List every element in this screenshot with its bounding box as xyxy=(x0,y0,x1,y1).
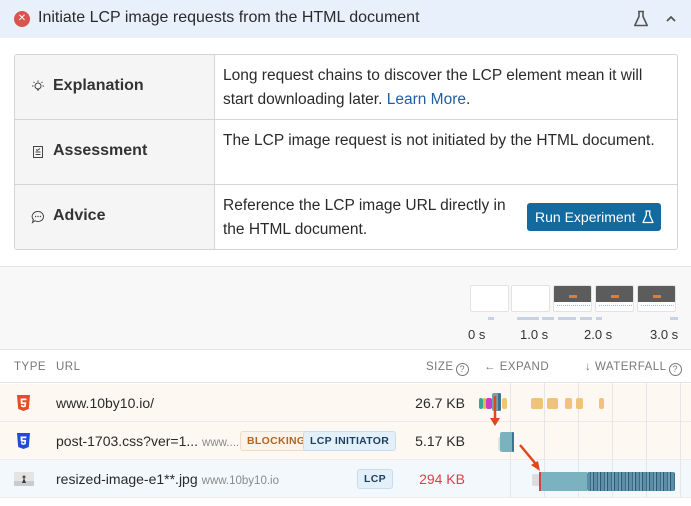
table-row[interactable]: post-1703.css?ver=1... www.... BLOCKING L… xyxy=(0,422,691,460)
filmstrip-frame[interactable] xyxy=(553,285,592,312)
table-row[interactable]: www.10by10.io/ 26.7 KB xyxy=(0,384,691,422)
recommendation-title: Initiate LCP image requests from the HTM… xyxy=(38,9,420,26)
lcp-badge: LCP xyxy=(357,469,393,489)
time-label: 1.0 s xyxy=(520,327,549,342)
arrow-head-icon xyxy=(531,461,540,471)
table-row[interactable]: resized-image-e1**.jpg www.10by10.io LCP … xyxy=(0,460,691,498)
lcp-initiator-badge: LCP INITIATOR xyxy=(303,431,397,451)
initiator-arrow xyxy=(519,444,536,464)
filmstrip-frame[interactable] xyxy=(511,285,550,312)
timeline-marker xyxy=(580,317,592,320)
filmstrip-frame[interactable] xyxy=(637,285,676,312)
timeline-marker xyxy=(558,317,576,320)
recommendation-header[interactable]: ✕ Initiate LCP image requests from the H… xyxy=(0,0,691,38)
waterfall-column-header[interactable]: ↓ WATERFALL? xyxy=(585,361,682,376)
filmstrip: 0 s 1.0 s 2.0 s 3.0 s xyxy=(0,266,691,350)
recommendation-details: Explanation Long request chains to disco… xyxy=(14,54,678,250)
timeline-marker xyxy=(488,317,494,320)
advice-label: Advice xyxy=(53,207,106,224)
time-label: 2.0 s xyxy=(584,327,613,342)
request-url[interactable]: resized-image-e1**.jpg www.10by10.io xyxy=(56,471,279,487)
timeline-marker xyxy=(670,317,678,320)
timeline-marker xyxy=(542,317,554,320)
help-icon[interactable]: ? xyxy=(455,363,469,376)
flask-icon[interactable] xyxy=(633,10,649,28)
explanation-text: Long request chains to discover the LCP … xyxy=(223,67,643,108)
blocking-badge: BLOCKING xyxy=(240,431,313,451)
request-url[interactable]: www.10by10.io/ xyxy=(56,395,154,411)
expand-button[interactable]: ← EXPAND xyxy=(484,361,549,373)
requests-table-header: TYPE URL SIZE? ← EXPAND ↓ WATERFALL? xyxy=(0,351,691,383)
error-icon: ✕ xyxy=(14,11,30,27)
chevron-up-icon[interactable] xyxy=(664,10,678,28)
learn-more-link[interactable]: Learn More xyxy=(387,91,466,108)
help-icon[interactable]: ? xyxy=(668,363,682,376)
chat-bubble-icon xyxy=(31,210,44,224)
image-thumbnail-icon xyxy=(14,472,34,486)
request-host: www.... xyxy=(202,437,240,449)
request-host: www.10by10.io xyxy=(201,475,279,487)
request-size: 26.7 KB xyxy=(415,395,465,411)
request-size: 294 KB xyxy=(419,471,465,487)
css3-icon xyxy=(17,433,30,449)
assessment-label: Assessment xyxy=(53,142,148,159)
explanation-row: Explanation Long request chains to disco… xyxy=(15,55,677,120)
assessment-row: Assessment The LCP image request is not … xyxy=(15,120,677,185)
timeline-marker xyxy=(517,317,539,320)
timeline-marker xyxy=(596,317,602,320)
lightbulb-icon xyxy=(32,80,44,91)
clipboard-icon xyxy=(33,146,43,158)
request-url[interactable]: post-1703.css?ver=1... www.... xyxy=(56,433,239,449)
explanation-label: Explanation xyxy=(53,77,144,94)
arrow-head-icon xyxy=(490,418,500,426)
time-label: 3.0 s xyxy=(650,327,679,342)
size-column-header[interactable]: SIZE? xyxy=(426,361,469,376)
flask-icon xyxy=(642,210,655,224)
filmstrip-frame[interactable] xyxy=(470,285,509,312)
initiator-arrows xyxy=(490,396,540,471)
advice-text: Reference the LCP image URL directly in … xyxy=(223,197,506,238)
time-label: 0 s xyxy=(468,327,486,342)
url-column-header: URL xyxy=(56,361,81,373)
assessment-text: The LCP image request is not initiated b… xyxy=(223,132,655,149)
request-size: 5.17 KB xyxy=(415,433,465,449)
html5-icon xyxy=(17,395,30,411)
type-column-header: TYPE xyxy=(14,361,47,373)
filmstrip-frame[interactable] xyxy=(595,285,634,312)
run-experiment-button[interactable]: Run Experiment xyxy=(527,203,661,231)
